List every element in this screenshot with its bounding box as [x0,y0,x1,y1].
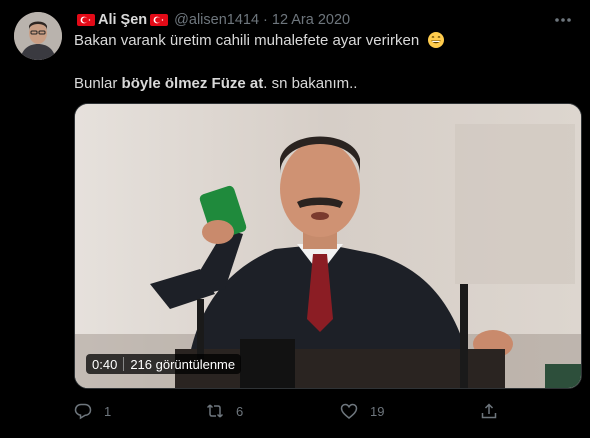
reply-count: 1 [104,403,112,419]
reply-icon [74,403,92,420]
turkey-flag-icon [77,14,95,26]
header-separator: · [263,12,268,28]
video-player[interactable] [74,103,582,389]
share-icon [481,403,497,419]
retweet-count: 6 [236,403,244,419]
turkey-flag-icon [150,14,169,26]
like-icon [340,403,358,419]
retweet-button[interactable]: 6 [206,400,243,422]
tweet[interactable]: Ali Şen @alisen1414 · 12 Ara 2020 Bakan … [0,0,590,438]
share-button[interactable] [480,400,510,422]
tweet-date[interactable]: 12 Ara 2020 [272,12,350,28]
tweet-text-line2: Bunlar böyle ölmez Füze at. sn bakanım.. [74,75,357,92]
video-duration: 0:40 [92,356,118,372]
like-button[interactable]: 19 [340,400,384,422]
grinning-face-icon [428,32,445,48]
video-frame [75,104,581,388]
avatar[interactable] [14,12,62,60]
reply-button[interactable]: 1 [74,400,111,422]
video-stats-badge: 0:40 216 görüntülenme [86,354,242,374]
avatar-image [14,12,62,60]
tweet-text-suffix: . sn bakanım.. [263,75,358,92]
author-handle[interactable]: @alisen1414 [174,12,259,28]
tweet-text-line1: Bakan varank üretim cahili muhalefete ay… [74,31,445,49]
tweet-text-bold: böyle ölmez Füze at [121,75,264,92]
tweet-text: Bakan varank üretim cahili muhalefete ay… [74,32,420,49]
more-options-icon[interactable] [552,12,574,28]
action-bar: 1 6 19 [74,400,574,422]
retweet-icon [206,404,224,418]
author-name[interactable]: Ali Şen [98,12,147,28]
like-count: 19 [370,403,385,419]
badge-divider [123,357,125,371]
tweet-text-prefix: Bunlar [74,75,122,92]
video-views: 216 görüntülenme [130,356,236,372]
tweet-header: Ali Şen @alisen1414 · 12 Ara 2020 [74,10,550,30]
